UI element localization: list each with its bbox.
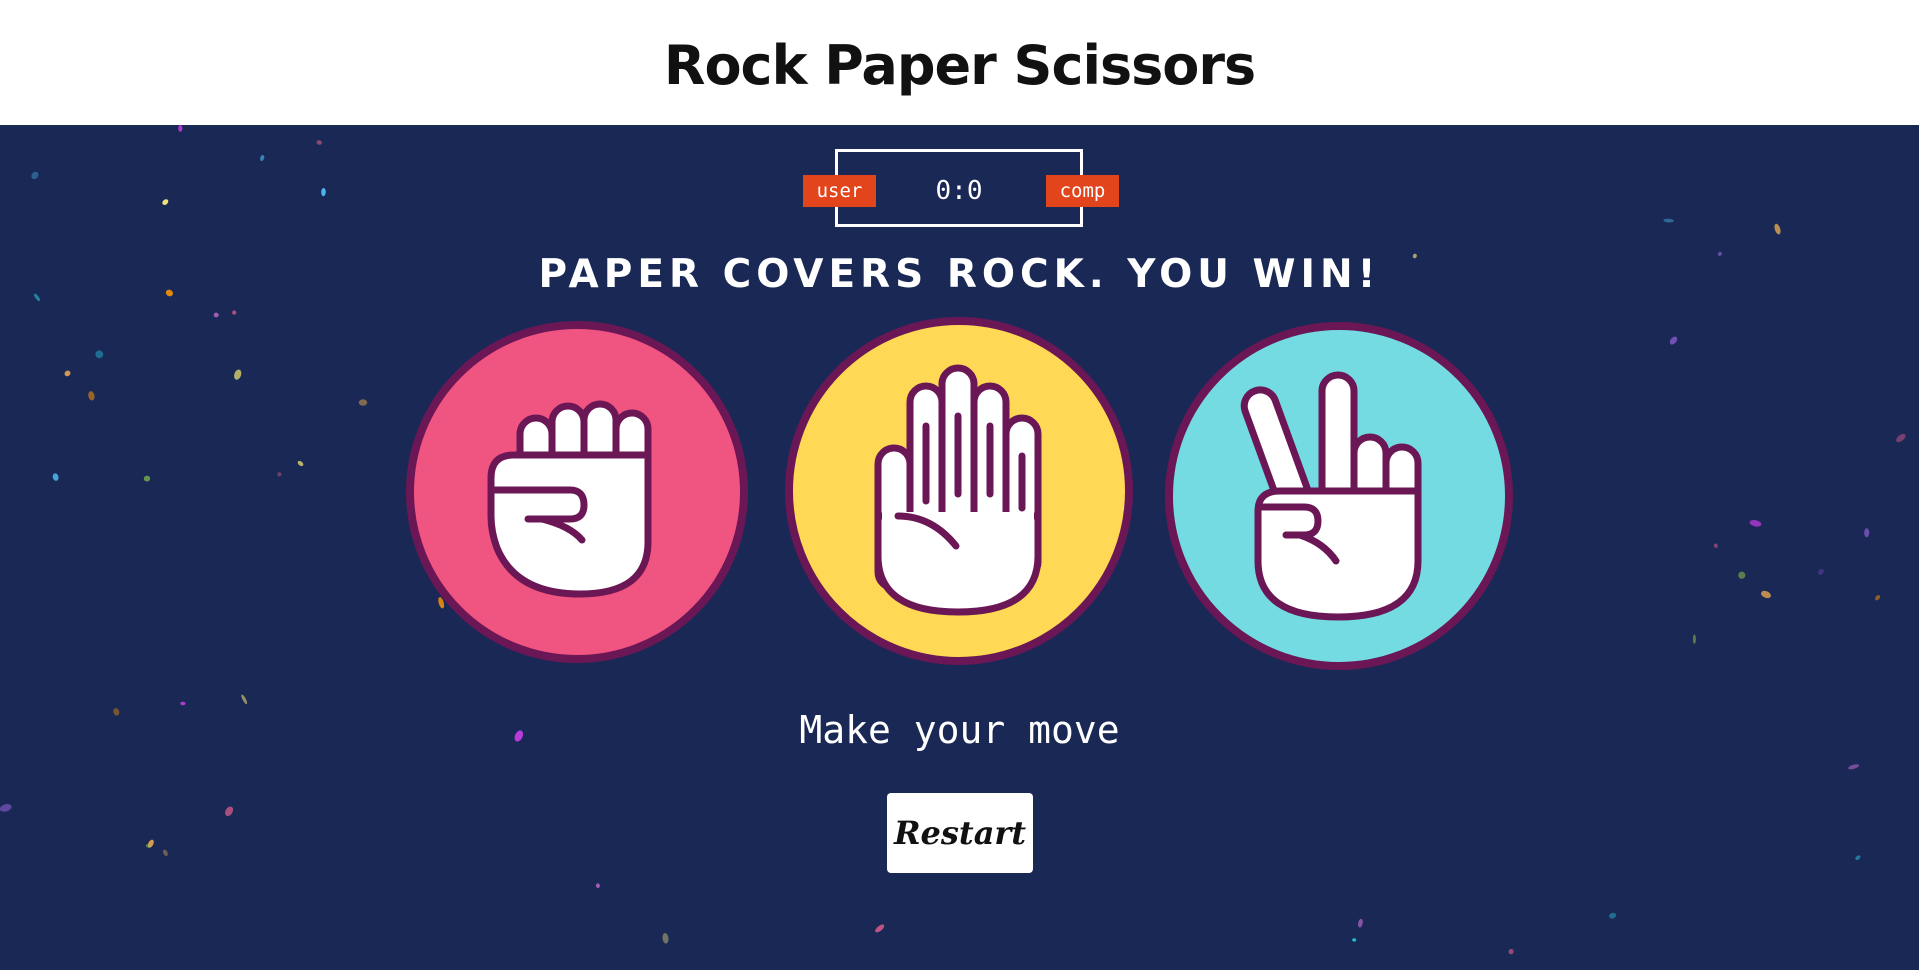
confetti-piece xyxy=(1357,918,1363,928)
confetti-piece xyxy=(1692,634,1696,644)
confetti-piece xyxy=(1749,519,1762,527)
peace-hand-icon xyxy=(1165,322,1513,670)
confetti-piece xyxy=(277,472,282,477)
restart-button[interactable]: Restart xyxy=(887,793,1033,873)
confetti-piece xyxy=(662,933,669,944)
rock-choice-button[interactable] xyxy=(402,320,752,665)
confetti-piece xyxy=(225,806,234,817)
confetti-piece xyxy=(95,350,104,359)
confetti-piece xyxy=(1669,336,1678,345)
confetti-piece xyxy=(1875,595,1881,601)
confetti-piece xyxy=(145,844,151,848)
confetti-piece xyxy=(213,312,219,318)
confetti-piece xyxy=(147,839,154,848)
paper-choice-button[interactable] xyxy=(784,316,1134,666)
confetti-piece xyxy=(1738,571,1746,579)
page-title: Rock Paper Scissors xyxy=(663,34,1256,97)
confetti-piece xyxy=(232,310,237,315)
confetti-piece xyxy=(0,804,12,812)
confetti-piece xyxy=(1713,543,1718,548)
confetti-piece xyxy=(358,399,368,406)
confetti-piece xyxy=(162,849,168,856)
confetti-piece xyxy=(1663,218,1674,223)
confetti-piece xyxy=(1508,948,1514,955)
confetti-piece xyxy=(1609,912,1617,919)
confetti-piece xyxy=(1817,568,1824,575)
comp-score-badge: comp xyxy=(1046,175,1119,207)
fist-icon xyxy=(406,321,748,663)
confetti-piece xyxy=(241,694,248,705)
confetti-piece xyxy=(260,154,265,162)
user-score-badge: user xyxy=(803,175,876,207)
confetti-piece xyxy=(297,460,304,467)
confetti-piece xyxy=(178,125,183,132)
confetti-piece xyxy=(88,391,95,401)
confetti-piece xyxy=(31,171,39,180)
confetti-piece xyxy=(143,475,151,482)
open-hand-icon xyxy=(785,317,1133,665)
confetti-piece xyxy=(875,924,885,933)
result-message: Paper covers rock. You win! xyxy=(538,252,1381,297)
confetti-piece xyxy=(1896,433,1906,443)
confetti-piece xyxy=(595,883,600,888)
scissors-choice-button[interactable] xyxy=(1164,321,1514,671)
confetti-piece xyxy=(321,188,326,197)
confetti-piece xyxy=(234,369,242,380)
confetti-piece xyxy=(1352,938,1357,942)
confetti-piece xyxy=(1848,764,1860,770)
confetti-piece xyxy=(1855,855,1861,861)
confetti-piece xyxy=(52,473,59,481)
confetti-piece xyxy=(1864,528,1870,538)
confetti-piece xyxy=(1774,223,1781,235)
confetti-piece xyxy=(64,370,71,377)
confetti-piece xyxy=(180,701,186,706)
header: Rock Paper Scissors xyxy=(0,0,1919,125)
confetti-piece xyxy=(316,140,322,145)
move-prompt: Make your move xyxy=(799,708,1120,752)
confetti-piece xyxy=(1761,590,1771,599)
confetti-piece xyxy=(162,199,169,205)
